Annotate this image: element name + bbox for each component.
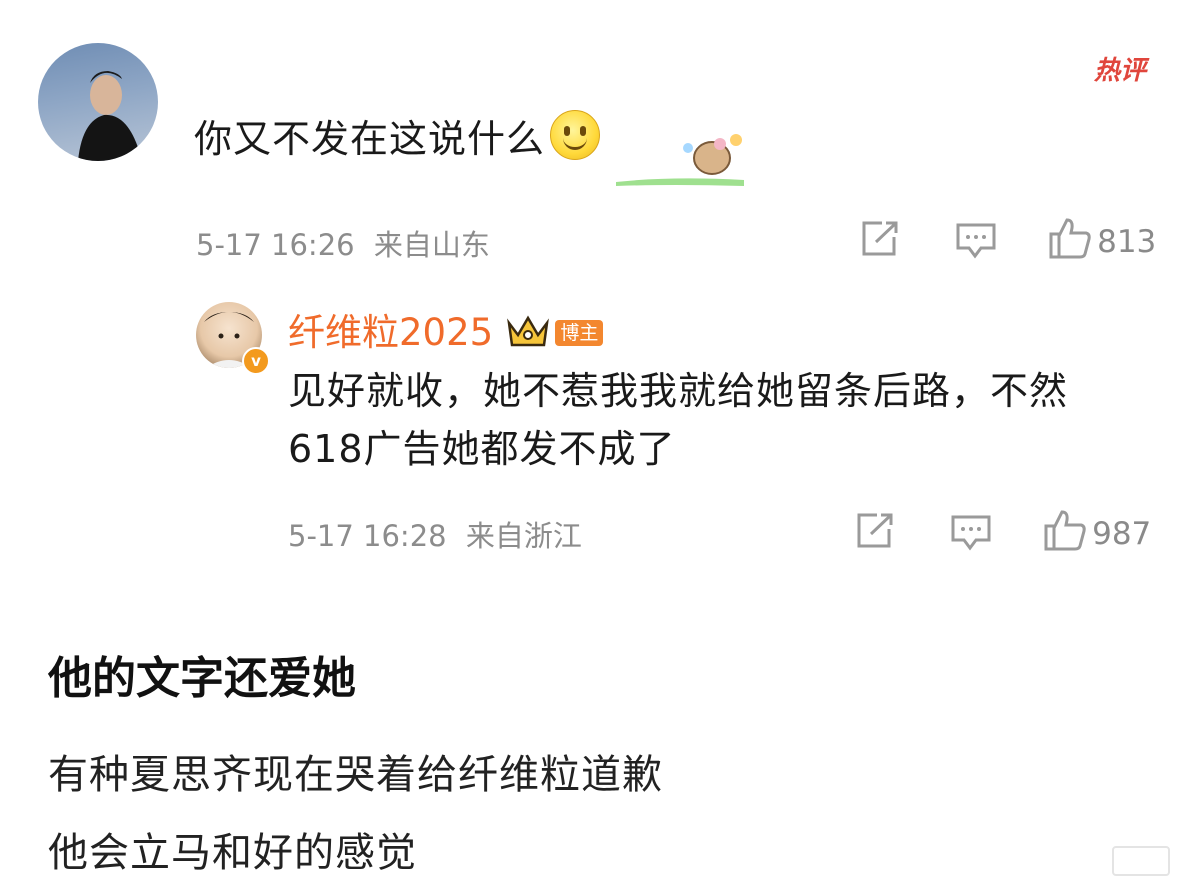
post-line-1: 有种夏思齐现在哭着给纤维粒道歉	[48, 752, 663, 798]
reply-text-line-1: 见好就收，她不惹我我就给她留条后路，不然	[288, 369, 1069, 413]
reply-location: 来自浙江	[465, 519, 582, 553]
hot-comment-badge: 热评	[1094, 56, 1147, 86]
comment-timestamp: 5-17 16:26	[196, 228, 355, 262]
thumbs-up-icon	[1049, 218, 1091, 259]
reply-share-icon[interactable]	[855, 512, 895, 554]
smiley-emoji	[550, 110, 601, 160]
comment-meta: 5-17 16:26 来自山东	[196, 222, 490, 264]
blogger-tag: 博主	[555, 320, 604, 346]
comment-icon[interactable]	[955, 222, 997, 264]
reply-like-button[interactable]: 987	[1043, 508, 1151, 552]
comment-like-button[interactable]: 813	[1048, 216, 1156, 260]
watermark-icon	[1112, 846, 1170, 876]
reply-header: 纤维粒2025 博主	[288, 302, 604, 356]
verified-badge-icon: v	[242, 347, 270, 375]
comment-like-count: 813	[1097, 224, 1157, 260]
comment-text: 你又不发在这说什么	[194, 117, 546, 161]
reply-thumbs-up-icon	[1044, 510, 1086, 551]
comment-location: 来自山东	[373, 228, 490, 262]
reply-text-line-2: 618广告她都发不成了	[288, 427, 676, 471]
reply-comment-icon[interactable]	[950, 514, 992, 556]
reply-meta: 5-17 16:28 来自浙江	[288, 513, 582, 555]
post-title: 他的文字还爱她	[48, 653, 356, 704]
reply-like-count: 987	[1092, 516, 1152, 552]
reply-body: 见好就收，她不惹我我就给她留条后路，不然 618广告她都发不成了	[288, 362, 1068, 478]
commenter-avatar[interactable]	[38, 43, 158, 161]
reply-timestamp: 5-17 16:28	[288, 519, 447, 553]
share-icon[interactable]	[860, 220, 900, 262]
crown-icon	[506, 315, 550, 353]
reply-username[interactable]: 纤维粒2025	[288, 311, 493, 354]
post-line-2: 他会立马和好的感觉	[48, 830, 417, 876]
comment-body: 你又不发在这说什么	[194, 108, 601, 163]
bear-sticker-icon	[612, 128, 752, 194]
